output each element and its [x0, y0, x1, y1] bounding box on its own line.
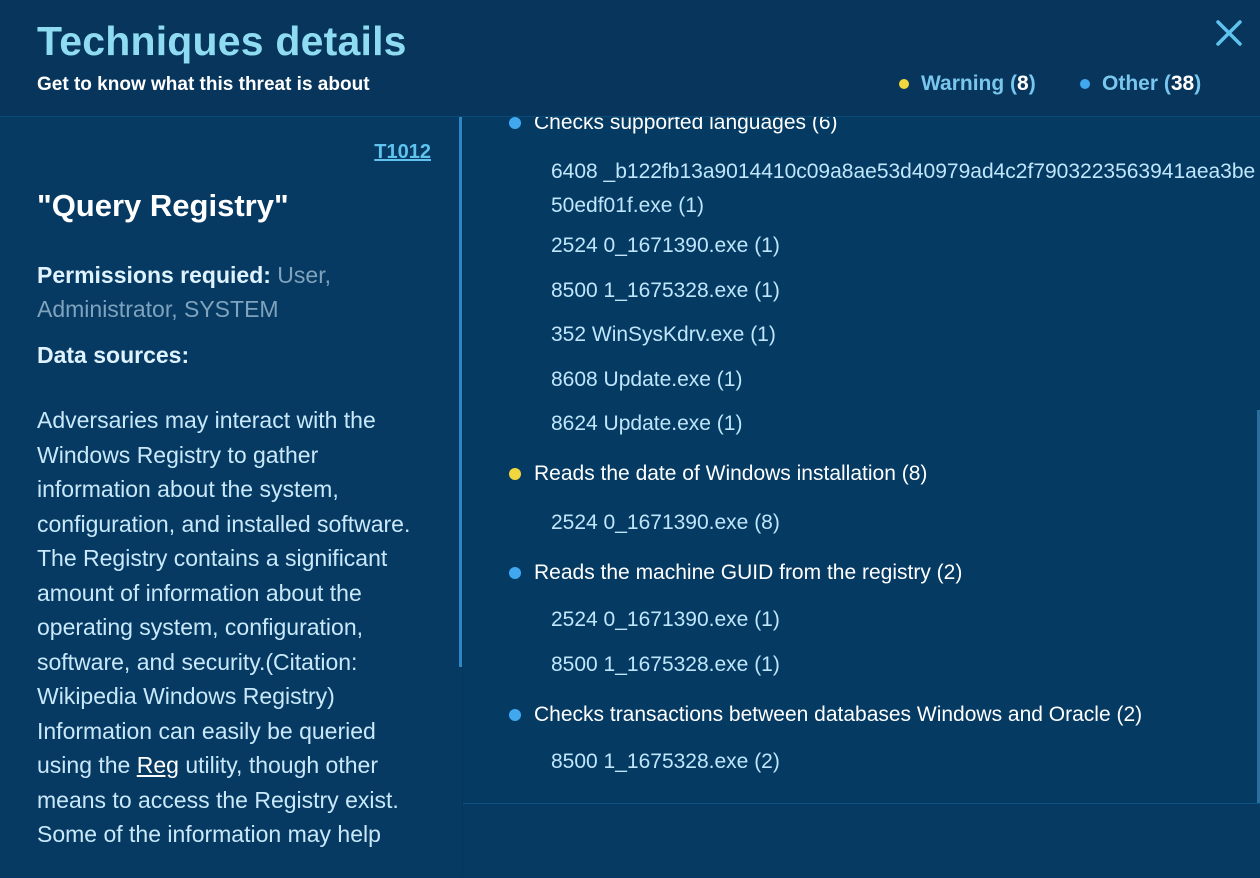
legend-warning-count: 8	[1017, 72, 1029, 95]
modal-title: Techniques details	[37, 18, 407, 64]
technique-name: "Query Registry"	[37, 188, 289, 223]
process-item[interactable]: 2524 0_1671390.exe (1)	[551, 603, 1260, 637]
process-item[interactable]: 8608 Update.exe (1)	[551, 363, 1260, 397]
techniques-details-modal: Techniques details Get to know what this…	[0, 0, 1260, 878]
indicator-group-label: Checks supported languages (6)	[534, 117, 838, 134]
left-scrollbar[interactable]	[459, 117, 462, 667]
technique-id-link[interactable]: T1012	[374, 141, 431, 164]
indicator-group-label: Checks transactions between databases Wi…	[534, 703, 1143, 726]
process-item[interactable]: 8500 1_1675328.exe (1)	[551, 648, 1260, 682]
other-dot-icon	[509, 117, 521, 129]
process-item[interactable]: 352 WinSysKdrv.exe (1)	[551, 318, 1260, 352]
legend-other-count: 38	[1170, 72, 1195, 95]
technique-info-panel: T1012 "Query Registry" Permissions requi…	[0, 117, 462, 878]
modal-header: Techniques details Get to know what this…	[0, 0, 1260, 117]
process-item[interactable]: 8500 1_1675328.exe (2)	[551, 745, 1260, 779]
technique-description: Adversaries may interact with the Window…	[37, 403, 437, 852]
legend-warning[interactable]: Warning (8)	[899, 72, 1036, 96]
legend-warning-label: Warning	[921, 72, 1005, 95]
process-item[interactable]: 6408 _b122fb13a9014410c09a8ae53d40979ad4…	[551, 155, 1260, 223]
process-item[interactable]: 8500 1_1675328.exe (1)	[551, 274, 1260, 308]
other-dot-icon	[509, 567, 521, 579]
other-dot-icon	[1080, 79, 1090, 89]
permissions: Permissions requied: User, Administrator…	[37, 258, 437, 326]
process-item[interactable]: 8624 Update.exe (1)	[551, 407, 1260, 441]
modal-subtitle: Get to know what this threat is about	[37, 74, 370, 95]
modal-footer	[463, 803, 1260, 878]
warning-dot-icon	[899, 79, 909, 89]
close-icon	[1216, 20, 1242, 46]
process-item[interactable]: 2524 0_1671390.exe (1)	[551, 229, 1260, 263]
description-text: Adversaries may interact with the Window…	[37, 407, 411, 778]
close-button[interactable]	[1212, 16, 1246, 50]
data-sources-label: Data sources:	[37, 342, 190, 368]
indicator-group-label: Reads the date of Windows installation (…	[534, 462, 928, 485]
indicators-list: Checks supported languages (6) 6408 _b122…	[463, 117, 1260, 803]
indicator-group[interactable]: Checks transactions between databases Wi…	[509, 703, 1142, 727]
indicator-group[interactable]: Checks supported languages (6)	[509, 117, 838, 135]
process-item[interactable]: 2524 0_1671390.exe (8)	[551, 506, 1260, 540]
permissions-label: Permissions requied:	[37, 262, 271, 288]
legend-other[interactable]: Other (38)	[1080, 72, 1201, 96]
indicator-group[interactable]: Reads the machine GUID from the registry…	[509, 561, 962, 585]
warning-dot-icon	[509, 468, 521, 480]
reg-utility-link[interactable]: Reg	[137, 752, 179, 778]
legend-other-label: Other	[1102, 72, 1159, 95]
indicator-group[interactable]: Reads the date of Windows installation (…	[509, 462, 927, 486]
indicator-group-label: Reads the machine GUID from the registry…	[534, 561, 963, 584]
other-dot-icon	[509, 709, 521, 721]
